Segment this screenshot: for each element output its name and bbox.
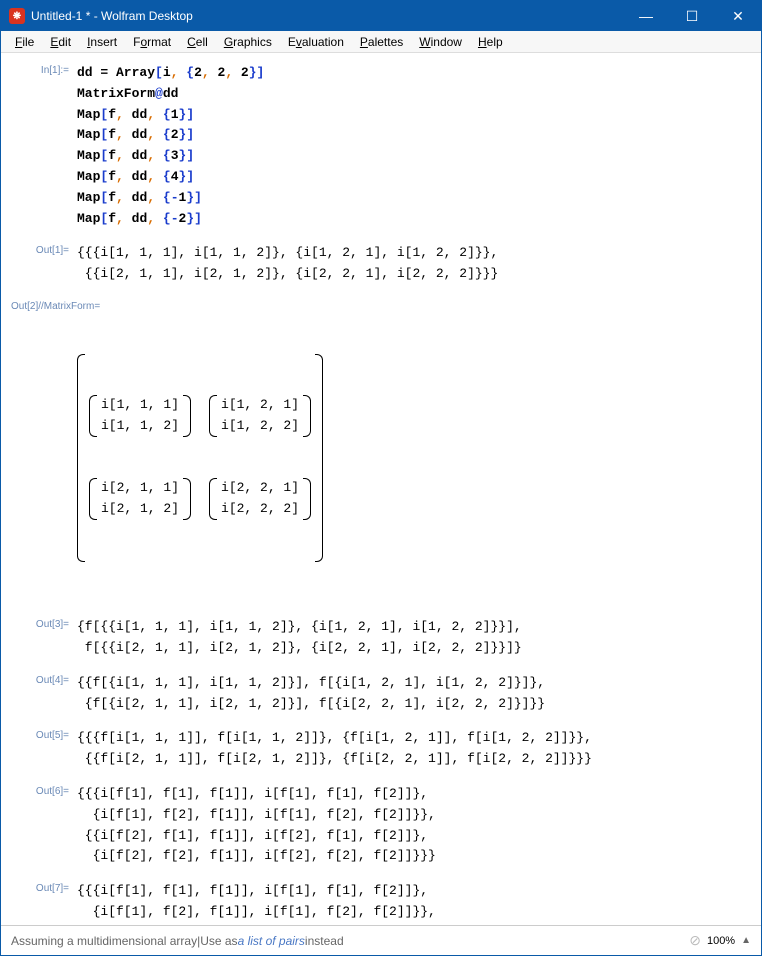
output-cell-1[interactable]: Out[1]= {{{i[1, 1, 1], i[1, 1, 2]}, {i[1… <box>11 243 725 285</box>
output-content: {{{i[1, 1, 1], i[1, 1, 2]}, {i[1, 2, 1],… <box>77 243 725 285</box>
matrix-entry: i[2, 2, 2] <box>221 499 299 520</box>
menu-palettes[interactable]: Palettes <box>352 33 411 51</box>
window-controls: — ☐ ✕ <box>623 1 761 31</box>
output-content: {f[{{i[1, 1, 1], i[1, 1, 2]}, {i[1, 2, 1… <box>77 617 725 659</box>
out-label: Out[1]= <box>11 243 77 285</box>
close-button[interactable]: ✕ <box>715 1 761 31</box>
matrix-entry: i[1, 1, 2] <box>101 416 179 437</box>
matrix-entry: i[1, 1, 1] <box>101 395 179 416</box>
status-useas: Use as <box>200 934 237 948</box>
input-content[interactable]: dd = Array[i, {2, 2, 2}]MatrixForm@ddMap… <box>77 63 725 229</box>
minimize-button[interactable]: — <box>623 1 669 31</box>
maximize-button[interactable]: ☐ <box>669 1 715 31</box>
matrix-entry: i[2, 1, 1] <box>101 478 179 499</box>
in-label: In[1]:= <box>11 63 77 229</box>
titlebar: ❋ Untitled-1 * - Wolfram Desktop — ☐ ✕ <box>1 1 761 31</box>
output-content: {{f[{i[1, 1, 1], i[1, 1, 2]}], f[{i[1, 2… <box>77 673 725 715</box>
out-label: Out[4]= <box>11 673 77 715</box>
zoom-arrow-icon[interactable]: ▲ <box>741 935 751 946</box>
output-content: {{{i[f[1], f[1], f[1]], i[f[1], f[1], f[… <box>77 784 725 867</box>
menu-window[interactable]: Window <box>411 33 470 51</box>
matrix-entry: i[2, 2, 1] <box>221 478 299 499</box>
status-assuming: Assuming a multidimensional array <box>11 934 197 948</box>
menu-file[interactable]: File <box>7 33 42 51</box>
output-content: {{{f[i[1, 1, 1]], f[i[1, 1, 2]]}, {f[i[1… <box>77 728 725 770</box>
app-icon: ❋ <box>9 8 25 24</box>
output-content: {{{i[f[1], f[1], f[1]], i[f[1], f[1], f[… <box>77 881 725 925</box>
out-label: Out[2]//MatrixForm= <box>11 299 725 312</box>
out-label: Out[7]= <box>11 881 77 925</box>
status-instead: instead <box>305 934 344 948</box>
statusbar: Assuming a multidimensional array | Use … <box>1 925 761 955</box>
menu-graphics[interactable]: Graphics <box>216 33 280 51</box>
menu-help[interactable]: Help <box>470 33 511 51</box>
matrix-content: i[1, 1, 1]i[1, 1, 2] i[1, 2, 1]i[1, 2, 2… <box>11 312 725 603</box>
matrix-entry: i[2, 1, 2] <box>101 499 179 520</box>
status-link[interactable]: a list of pairs <box>238 934 305 948</box>
out-label: Out[3]= <box>11 617 77 659</box>
menu-insert[interactable]: Insert <box>79 33 125 51</box>
matrix-entry: i[1, 2, 2] <box>221 416 299 437</box>
menu-format[interactable]: Format <box>125 33 179 51</box>
output-cell-5[interactable]: Out[5]= {{{f[i[1, 1, 1]], f[i[1, 1, 2]]}… <box>11 728 725 770</box>
zoom-level[interactable]: 100% <box>707 935 735 947</box>
status-close-icon[interactable]: ⊘ <box>689 932 701 949</box>
output-cell-6[interactable]: Out[6]= {{{i[f[1], f[1], f[1]], i[f[1], … <box>11 784 725 867</box>
menu-cell[interactable]: Cell <box>179 33 216 51</box>
output-cell-3[interactable]: Out[3]= {f[{{i[1, 1, 1], i[1, 1, 2]}, {i… <box>11 617 725 659</box>
menu-edit[interactable]: Edit <box>42 33 79 51</box>
input-cell[interactable]: In[1]:= dd = Array[i, {2, 2, 2}]MatrixFo… <box>11 63 725 229</box>
output-cell-7[interactable]: Out[7]= {{{i[f[1], f[1], f[1]], i[f[1], … <box>11 881 725 925</box>
out-label: Out[6]= <box>11 784 77 867</box>
matrix-entry: i[1, 2, 1] <box>221 395 299 416</box>
menubar: File Edit Insert Format Cell Graphics Ev… <box>1 31 761 53</box>
output-cell-4[interactable]: Out[4]= {{f[{i[1, 1, 1], i[1, 1, 2]}], f… <box>11 673 725 715</box>
notebook-area[interactable]: In[1]:= dd = Array[i, {2, 2, 2}]MatrixFo… <box>1 53 761 925</box>
menu-evaluation[interactable]: Evaluation <box>280 33 352 51</box>
out-label: Out[5]= <box>11 728 77 770</box>
window-title: Untitled-1 * - Wolfram Desktop <box>31 9 623 23</box>
output-cell-2[interactable]: Out[2]//MatrixForm= i[1, 1, 1]i[1, 1, 2]… <box>11 299 725 603</box>
